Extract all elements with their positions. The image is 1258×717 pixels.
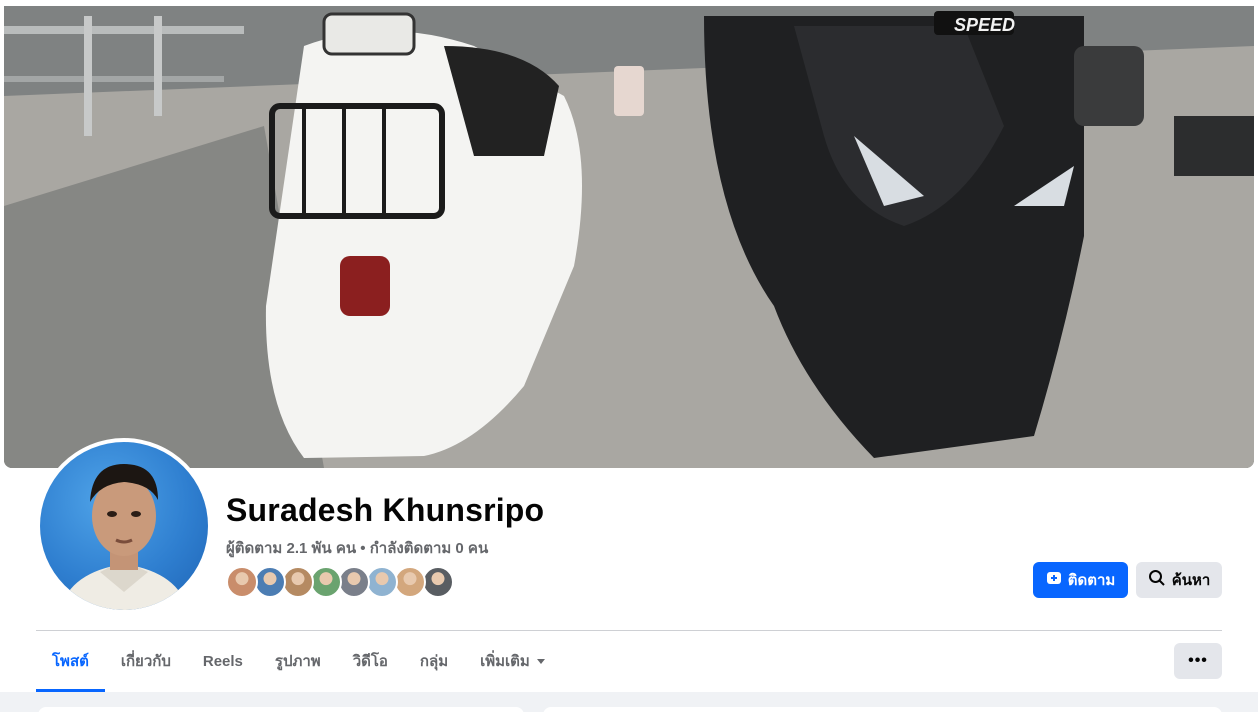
tab-label: เกี่ยวกับ — [120, 653, 171, 670]
follower-avatar[interactable] — [422, 566, 454, 598]
tab-label: Reels — [202, 652, 243, 670]
tab-groups[interactable]: กลุ่ม — [404, 632, 464, 690]
follow-button[interactable]: ติดตาม — [1033, 562, 1128, 598]
tab-photos[interactable]: รูปภาพ — [259, 632, 337, 690]
tab-videos[interactable]: วิดีโอ — [337, 632, 404, 690]
posts-card — [543, 707, 1222, 717]
tab-label: โพสต์ — [52, 653, 89, 670]
cover-photo[interactable]: SPEED — [4, 6, 1254, 468]
profile-avatar[interactable] — [36, 438, 212, 614]
search-label: ค้นหา — [1171, 572, 1211, 589]
follower-avatar[interactable] — [282, 566, 314, 598]
follower-avatar[interactable] — [366, 566, 398, 598]
tab-label: เพิ่มเติม — [480, 653, 530, 670]
cover-photo-illustration: SPEED — [4, 6, 1254, 468]
tab-more[interactable]: เพิ่มเติม — [464, 632, 562, 690]
header-divider — [36, 630, 1222, 631]
tab-reels[interactable]: Reels — [187, 632, 259, 690]
follower-avatar[interactable] — [226, 566, 258, 598]
follower-avatar[interactable] — [394, 566, 426, 598]
profile-tabs: โพสต์ เกี่ยวกับ Reels รูปภาพ วิดีโอ กลุ่… — [36, 632, 562, 692]
more-options-button[interactable]: ••• — [1174, 643, 1222, 679]
caret-down-icon — [536, 653, 546, 670]
speed-decal: SPEED — [954, 15, 1015, 35]
avatar-photo — [40, 442, 208, 610]
tab-posts[interactable]: โพสต์ — [36, 632, 105, 692]
tab-label: รูปภาพ — [274, 653, 321, 670]
follower-avatar[interactable] — [338, 566, 370, 598]
follow-label: ติดตาม — [1067, 572, 1116, 589]
search-button[interactable]: ค้นหา — [1136, 562, 1222, 598]
tab-label: กลุ่ม — [419, 653, 449, 670]
search-icon — [1148, 569, 1166, 591]
follower-avatar[interactable] — [254, 566, 286, 598]
tab-label: วิดีโอ — [352, 653, 388, 670]
profile-stats[interactable]: ผู้ติดตาม 2.1 พัน คน • กำลังติดตาม 0 คน — [226, 536, 488, 560]
profile-name: Suradesh Khunsripo — [226, 492, 545, 528]
intro-card — [38, 707, 524, 717]
follow-icon — [1046, 570, 1062, 590]
tab-about[interactable]: เกี่ยวกับ — [105, 632, 187, 690]
follower-avatars — [226, 566, 454, 598]
follower-avatar[interactable] — [310, 566, 342, 598]
